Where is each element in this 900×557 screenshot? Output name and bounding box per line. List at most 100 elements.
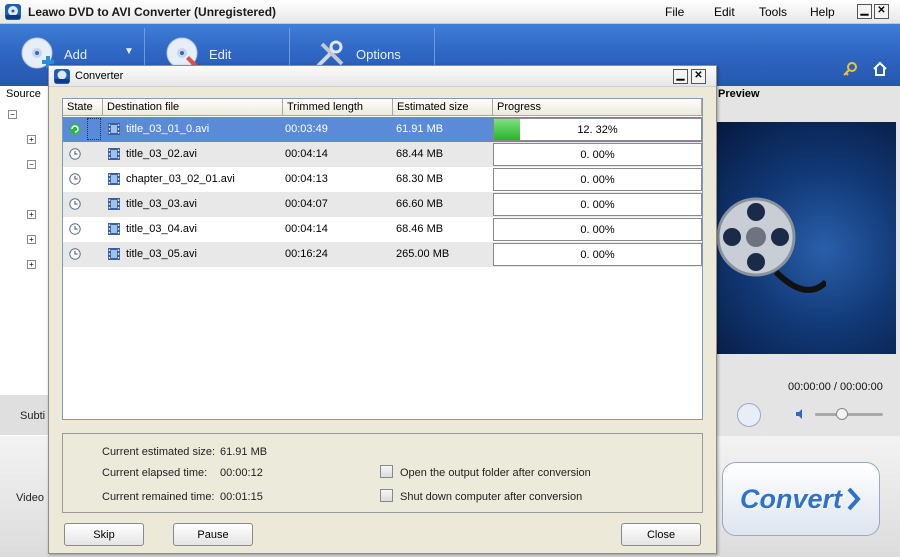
table-row[interactable]: title_03_05.avi 00:16:24 265.00 MB 0. 00% [63,242,702,267]
menu-help[interactable]: Help [810,5,835,19]
destination-file: title_03_02.avi [126,148,197,160]
snapshot-button[interactable] [737,403,761,427]
dialog-titlebar: Converter ▁ ✕ [49,66,716,87]
window-minimize-button[interactable]: ▁ [857,4,872,19]
film-reel-icon [716,197,826,293]
dialog-title: Converter [75,70,124,82]
trimmed-length: 00:04:13 [285,173,328,185]
column-header-state[interactable]: State [63,99,103,116]
progress-bar: 0. 00% [493,243,702,266]
progress-text: 0. 00% [580,224,615,236]
clock-icon [69,148,81,160]
key-icon[interactable] [842,62,858,78]
convert-button[interactable]: Convert [722,462,880,536]
open-folder-checkbox[interactable] [380,465,393,478]
table-row[interactable]: title_03_03.avi 00:04:07 66.60 MB 0. 00% [63,192,702,217]
progress-bar: 0. 00% [493,218,702,241]
column-header-length[interactable]: Trimmed length [283,99,393,116]
leawo-avi-icon [5,4,21,20]
focus-rectangle [87,118,101,140]
skip-button[interactable]: Skip [64,523,144,546]
tree-toggle[interactable]: + [27,210,36,219]
remained-time-value: 00:01:15 [220,491,263,503]
progress-text: 0. 00% [580,249,615,261]
film-icon [108,198,120,210]
subtitle-label: Subti [20,410,46,422]
shutdown-label: Shut down computer after conversion [400,491,583,503]
estimated-size: 265.00 MB [396,248,450,260]
edit-label: Edit [209,46,232,62]
tree-toggle[interactable]: + [27,260,36,269]
preview-label: Preview [718,88,760,100]
volume-slider[interactable] [815,413,883,416]
column-header-destination[interactable]: Destination file [103,99,283,116]
table-row[interactable]: title_03_01_0.avi 00:03:49 61.91 MB 12. 32% [63,117,702,142]
home-icon[interactable] [872,61,888,77]
leawo-avi-icon [54,69,70,84]
source-label: Source [6,88,41,100]
column-header-progress[interactable]: Progress [493,99,702,116]
video-label: Video [16,492,44,504]
playback-time: 00:00:00 / 00:00:00 [788,381,883,393]
tree-toggle[interactable]: + [27,235,36,244]
converting-icon [69,123,81,135]
speaker-icon[interactable] [795,408,807,420]
window-close-button[interactable]: ✕ [874,4,889,19]
estimated-size: 66.60 MB [396,198,444,210]
tree-toggle[interactable]: + [27,135,36,144]
progress-text: 0. 00% [580,149,615,161]
open-folder-label: Open the output folder after conversion [400,467,591,479]
table-row[interactable]: chapter_03_02_01.avi 00:04:13 68.30 MB 0. 0… [63,167,702,192]
volume-slider-knob[interactable] [836,408,848,420]
close-button[interactable]: Close [621,523,701,546]
progress-bar: 0. 00% [493,168,702,191]
convert-label: Convert [739,483,842,514]
window-titlebar: Leawo DVD to AVI Converter (Unregistered… [0,0,900,24]
estimated-size: 68.30 MB [396,173,444,185]
film-icon [108,173,120,185]
destination-file: chapter_03_02_01.avi [126,173,235,185]
add-dropdown-arrow[interactable]: ▼ [124,46,134,57]
remained-time-label: Current remained time: [102,491,215,503]
estimated-size-value: 61.91 MB [220,446,268,458]
conversion-info-panel: Current estimated size: 61.91 MB Current… [62,433,703,513]
estimated-size: 68.44 MB [396,148,444,160]
pause-button[interactable]: Pause [173,523,253,546]
source-panel [0,86,50,436]
film-icon [108,223,120,235]
tree-toggle[interactable]: − [8,110,17,119]
options-label: Options [356,46,401,62]
trimmed-length: 00:04:07 [285,198,328,210]
dialog-minimize-button[interactable]: ▁ [673,69,688,84]
clock-icon [69,198,81,210]
clock-icon [69,248,81,260]
table-row[interactable]: title_03_02.avi 00:04:14 68.44 MB 0. 00% [63,142,702,167]
film-icon [108,148,120,160]
destination-file: title_03_03.avi [126,198,197,210]
progress-text: 0. 00% [580,174,615,186]
destination-file: title_03_01_0.avi [126,123,210,135]
clock-icon [69,223,81,235]
progress-text: 0. 00% [580,199,615,211]
shutdown-checkbox[interactable] [380,489,393,502]
elapsed-time-label: Current elapsed time: [102,467,208,479]
trimmed-length: 00:04:14 [285,148,328,160]
tree-toggle[interactable]: − [27,160,36,169]
chevron-right-icon [847,487,861,511]
menu-file[interactable]: File [665,5,684,19]
progress-text: 12. 32% [577,124,618,136]
preview-screen [716,122,896,354]
dialog-close-button[interactable]: ✕ [691,69,706,84]
clock-icon [69,173,81,185]
trimmed-length: 00:16:24 [285,248,328,260]
table-row[interactable]: title_03_04.avi 00:04:14 68.46 MB 0. 00% [63,217,702,242]
window-title: Leawo DVD to AVI Converter (Unregistered… [28,5,277,19]
menu-tools[interactable]: Tools [759,5,787,19]
column-header-size[interactable]: Estimated size [393,99,493,116]
menu-edit[interactable]: Edit [714,5,735,19]
trimmed-length: 00:04:14 [285,223,328,235]
converter-dialog: Converter ▁ ✕ State Destination file Tri… [48,65,717,554]
film-icon [108,248,120,260]
progress-bar: 12. 32% [493,118,702,141]
destination-file: title_03_04.avi [126,223,197,235]
